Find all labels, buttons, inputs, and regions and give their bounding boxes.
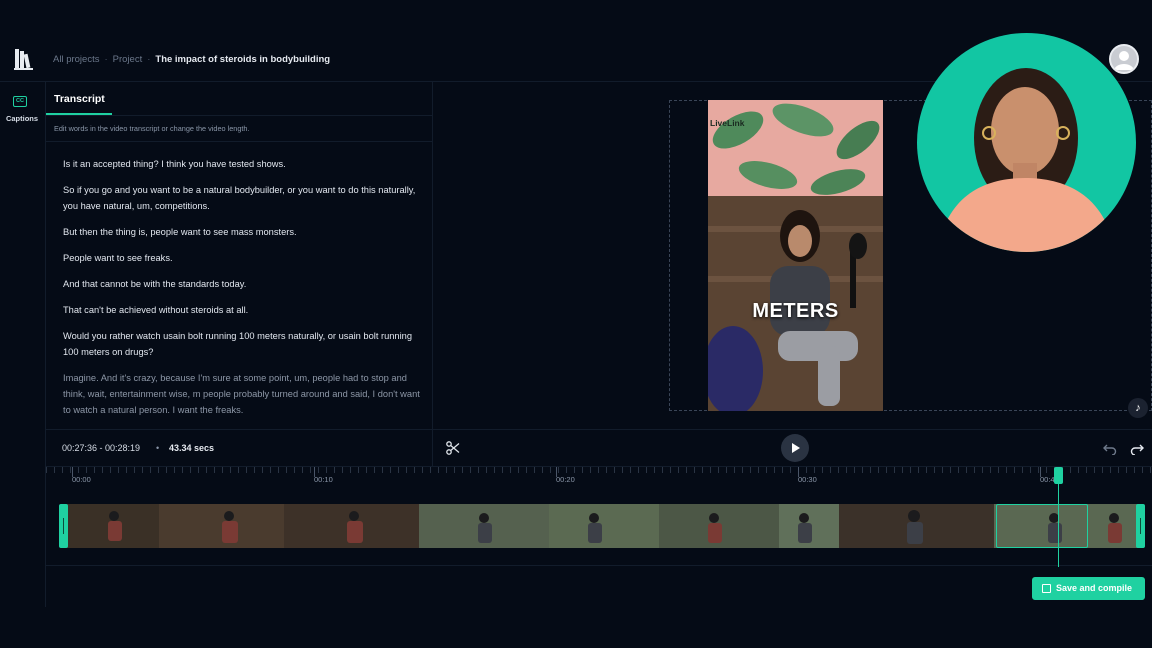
play-button[interactable] bbox=[781, 434, 809, 462]
divider bbox=[46, 141, 432, 142]
breadcrumb-separator: · bbox=[147, 54, 151, 65]
playback-controls bbox=[433, 429, 1152, 466]
breadcrumb-current: The impact of steroids in bodybuilding bbox=[155, 54, 331, 65]
presenter-webcam bbox=[917, 33, 1136, 252]
user-icon bbox=[1114, 51, 1134, 70]
playhead-handle[interactable] bbox=[1054, 467, 1063, 484]
transcript-paragraph[interactable]: And that cannot be with the standards to… bbox=[63, 276, 423, 292]
captions-label[interactable]: Captions bbox=[0, 114, 44, 123]
external-link-icon bbox=[1042, 584, 1051, 593]
transcript-paragraph[interactable]: Is it an accepted thing? I think you hav… bbox=[63, 156, 423, 172]
clip-time-range: 00:27:36 - 00:28:19 bbox=[62, 443, 141, 453]
transcript-paragraph[interactable]: People want to see freaks. bbox=[63, 250, 423, 266]
transcript-panel: Transcript Edit words in the video trans… bbox=[46, 82, 433, 429]
editor-app: All projects · Project · The impact of stero… bbox=[0, 0, 1152, 648]
save-and-compile-label: Save and compile bbox=[1056, 583, 1133, 593]
scissors-icon[interactable] bbox=[446, 441, 460, 455]
transcript-paragraph[interactable]: That can't be achieved without steroids … bbox=[63, 302, 423, 318]
clip-time-info: 00:27:36 - 00:28:19 • 43.34 secs bbox=[46, 429, 433, 466]
playhead-line bbox=[1058, 475, 1059, 567]
transcript-text: Is it an accepted thing? I think you hav… bbox=[63, 156, 423, 428]
breadcrumb: All projects · Project · The impact of stero… bbox=[53, 54, 330, 65]
leaf-backdrop bbox=[708, 100, 883, 196]
user-avatar[interactable] bbox=[1109, 44, 1139, 74]
ruler-tick-label: 00:00 bbox=[72, 475, 91, 484]
presenter-image bbox=[937, 68, 1115, 252]
ruler-tick-label: 00:10 bbox=[314, 475, 333, 484]
tiktok-icon[interactable]: ♪ bbox=[1128, 398, 1148, 418]
redo-icon[interactable] bbox=[1130, 441, 1144, 455]
transcript-paragraph[interactable]: So if you go and you want to be a natura… bbox=[63, 182, 423, 214]
transcript-paragraph-excluded[interactable]: Imagine. And it's crazy, because I'm sur… bbox=[63, 370, 423, 418]
transcript-paragraph[interactable]: Would you rather watch usain bolt runnin… bbox=[63, 328, 423, 360]
left-rail: CC Captions bbox=[0, 82, 46, 607]
caption-overlay[interactable]: METERS bbox=[708, 300, 883, 323]
thumbnail-figures bbox=[108, 510, 1122, 544]
save-and-compile-button[interactable]: Save and compile bbox=[1032, 577, 1145, 600]
timeline-ruler bbox=[46, 467, 1152, 473]
undo-icon[interactable] bbox=[1103, 441, 1117, 455]
transcript-paragraph[interactable]: But then the thing is, people want to se… bbox=[63, 224, 423, 240]
clip-duration: 43.34 secs bbox=[169, 443, 215, 453]
breadcrumb-separator: · bbox=[104, 54, 108, 65]
watermark: LiveLink bbox=[710, 118, 745, 128]
trim-handle-end[interactable] bbox=[1136, 504, 1145, 548]
timeline[interactable]: 00:00 00:10 00:20 00:30 00:40 bbox=[46, 466, 1152, 567]
ruler-tick-label: 00:30 bbox=[798, 475, 817, 484]
ruler-tick-label: 00:20 bbox=[556, 475, 575, 484]
breadcrumb-all-projects[interactable]: All projects bbox=[53, 54, 99, 65]
transcript-hint: Edit words in the video transcript or ch… bbox=[54, 124, 250, 133]
app-logo-icon[interactable] bbox=[14, 47, 34, 71]
tab-transcript[interactable]: Transcript bbox=[46, 82, 112, 115]
trim-handle-start[interactable] bbox=[59, 504, 68, 548]
video-thumbnail-strip[interactable] bbox=[64, 504, 1144, 548]
separator-dot: • bbox=[156, 443, 160, 453]
selected-segment[interactable] bbox=[996, 504, 1088, 548]
divider bbox=[46, 115, 432, 116]
vertical-video-frame[interactable]: LiveLink METERS bbox=[708, 100, 883, 411]
breadcrumb-project[interactable]: Project bbox=[113, 54, 143, 65]
tab-transcript-label: Transcript bbox=[54, 93, 105, 105]
cc-icon[interactable]: CC bbox=[13, 96, 27, 107]
palm-leaves-image bbox=[712, 103, 880, 195]
